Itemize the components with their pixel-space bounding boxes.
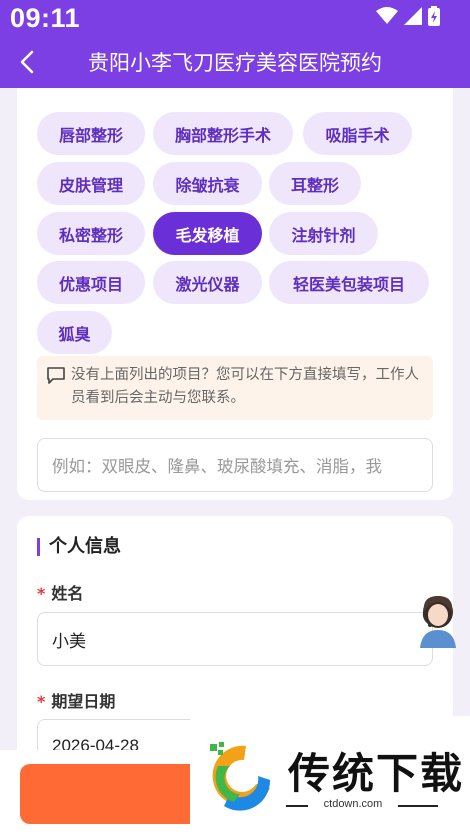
project-chip-selected[interactable]: 毛发移植 [153, 212, 262, 255]
project-chip[interactable]: 注射针剂 [269, 212, 378, 255]
project-chip[interactable]: 皮肤管理 [37, 162, 145, 205]
battery-icon [428, 6, 440, 26]
status-icons [376, 6, 440, 26]
required-mark: * [37, 584, 46, 603]
section-title: 个人信息 [37, 538, 121, 556]
status-time: 09:11 [10, 3, 81, 33]
chat-icon [47, 367, 65, 384]
custom-project-placeholder: 例如：双眼皮、隆鼻、玻尿酸填充、消脂，我 [52, 457, 382, 476]
watermark-divider [398, 805, 438, 807]
required-mark: * [37, 692, 46, 711]
date-label: * 期望日期 [37, 692, 116, 711]
customer-service-avatar[interactable] [412, 590, 464, 650]
project-card: 唇部整形 胸部整形手术 吸脂手术 皮肤管理 除皱抗衰 耳整形 私密整形 毛发移植… [17, 88, 453, 500]
project-chip[interactable]: 除皱抗衰 [153, 162, 262, 205]
project-chip[interactable]: 私密整形 [37, 212, 145, 255]
page-title: 贵阳小李飞刀医疗美容医院预约 [88, 51, 382, 75]
name-field[interactable]: 小美 [37, 612, 433, 666]
ctdown-logo-icon [210, 742, 271, 811]
project-chip[interactable]: 唇部整形 [37, 112, 145, 155]
wifi-icon [376, 7, 398, 24]
watermark-logo: 传统下载 ctdown.com [190, 716, 470, 836]
watermark-brand: 传统下载 [288, 749, 465, 798]
notice-text: 没有上面列出的项目？您可以在下方直接填写，工作人员看到后会主动与您联系。 [71, 367, 419, 406]
custom-project-notice: 没有上面列出的项目？您可以在下方直接填写，工作人员看到后会主动与您联系。 [37, 356, 433, 420]
project-chip[interactable]: 耳整形 [269, 162, 361, 205]
name-label: * 姓名 [37, 584, 84, 603]
project-chip[interactable]: 轻医美包装项目 [269, 261, 429, 304]
project-chip[interactable]: 狐臭 [37, 311, 112, 354]
app-bar: 贵阳小李飞刀医疗美容医院预约 [0, 36, 470, 88]
custom-project-input[interactable]: 例如：双眼皮、隆鼻、玻尿酸填充、消脂，我 [37, 438, 433, 492]
status-bar: 09:11 [0, 0, 470, 36]
watermark-url: ctdown.com [323, 798, 383, 810]
project-chip[interactable]: 优惠项目 [37, 261, 145, 304]
signal-icon [404, 7, 422, 25]
project-chip[interactable]: 胸部整形手术 [153, 112, 293, 155]
project-chip[interactable]: 吸脂手术 [303, 112, 412, 155]
watermark-divider [286, 805, 308, 807]
project-chip[interactable]: 激光仪器 [153, 261, 262, 304]
